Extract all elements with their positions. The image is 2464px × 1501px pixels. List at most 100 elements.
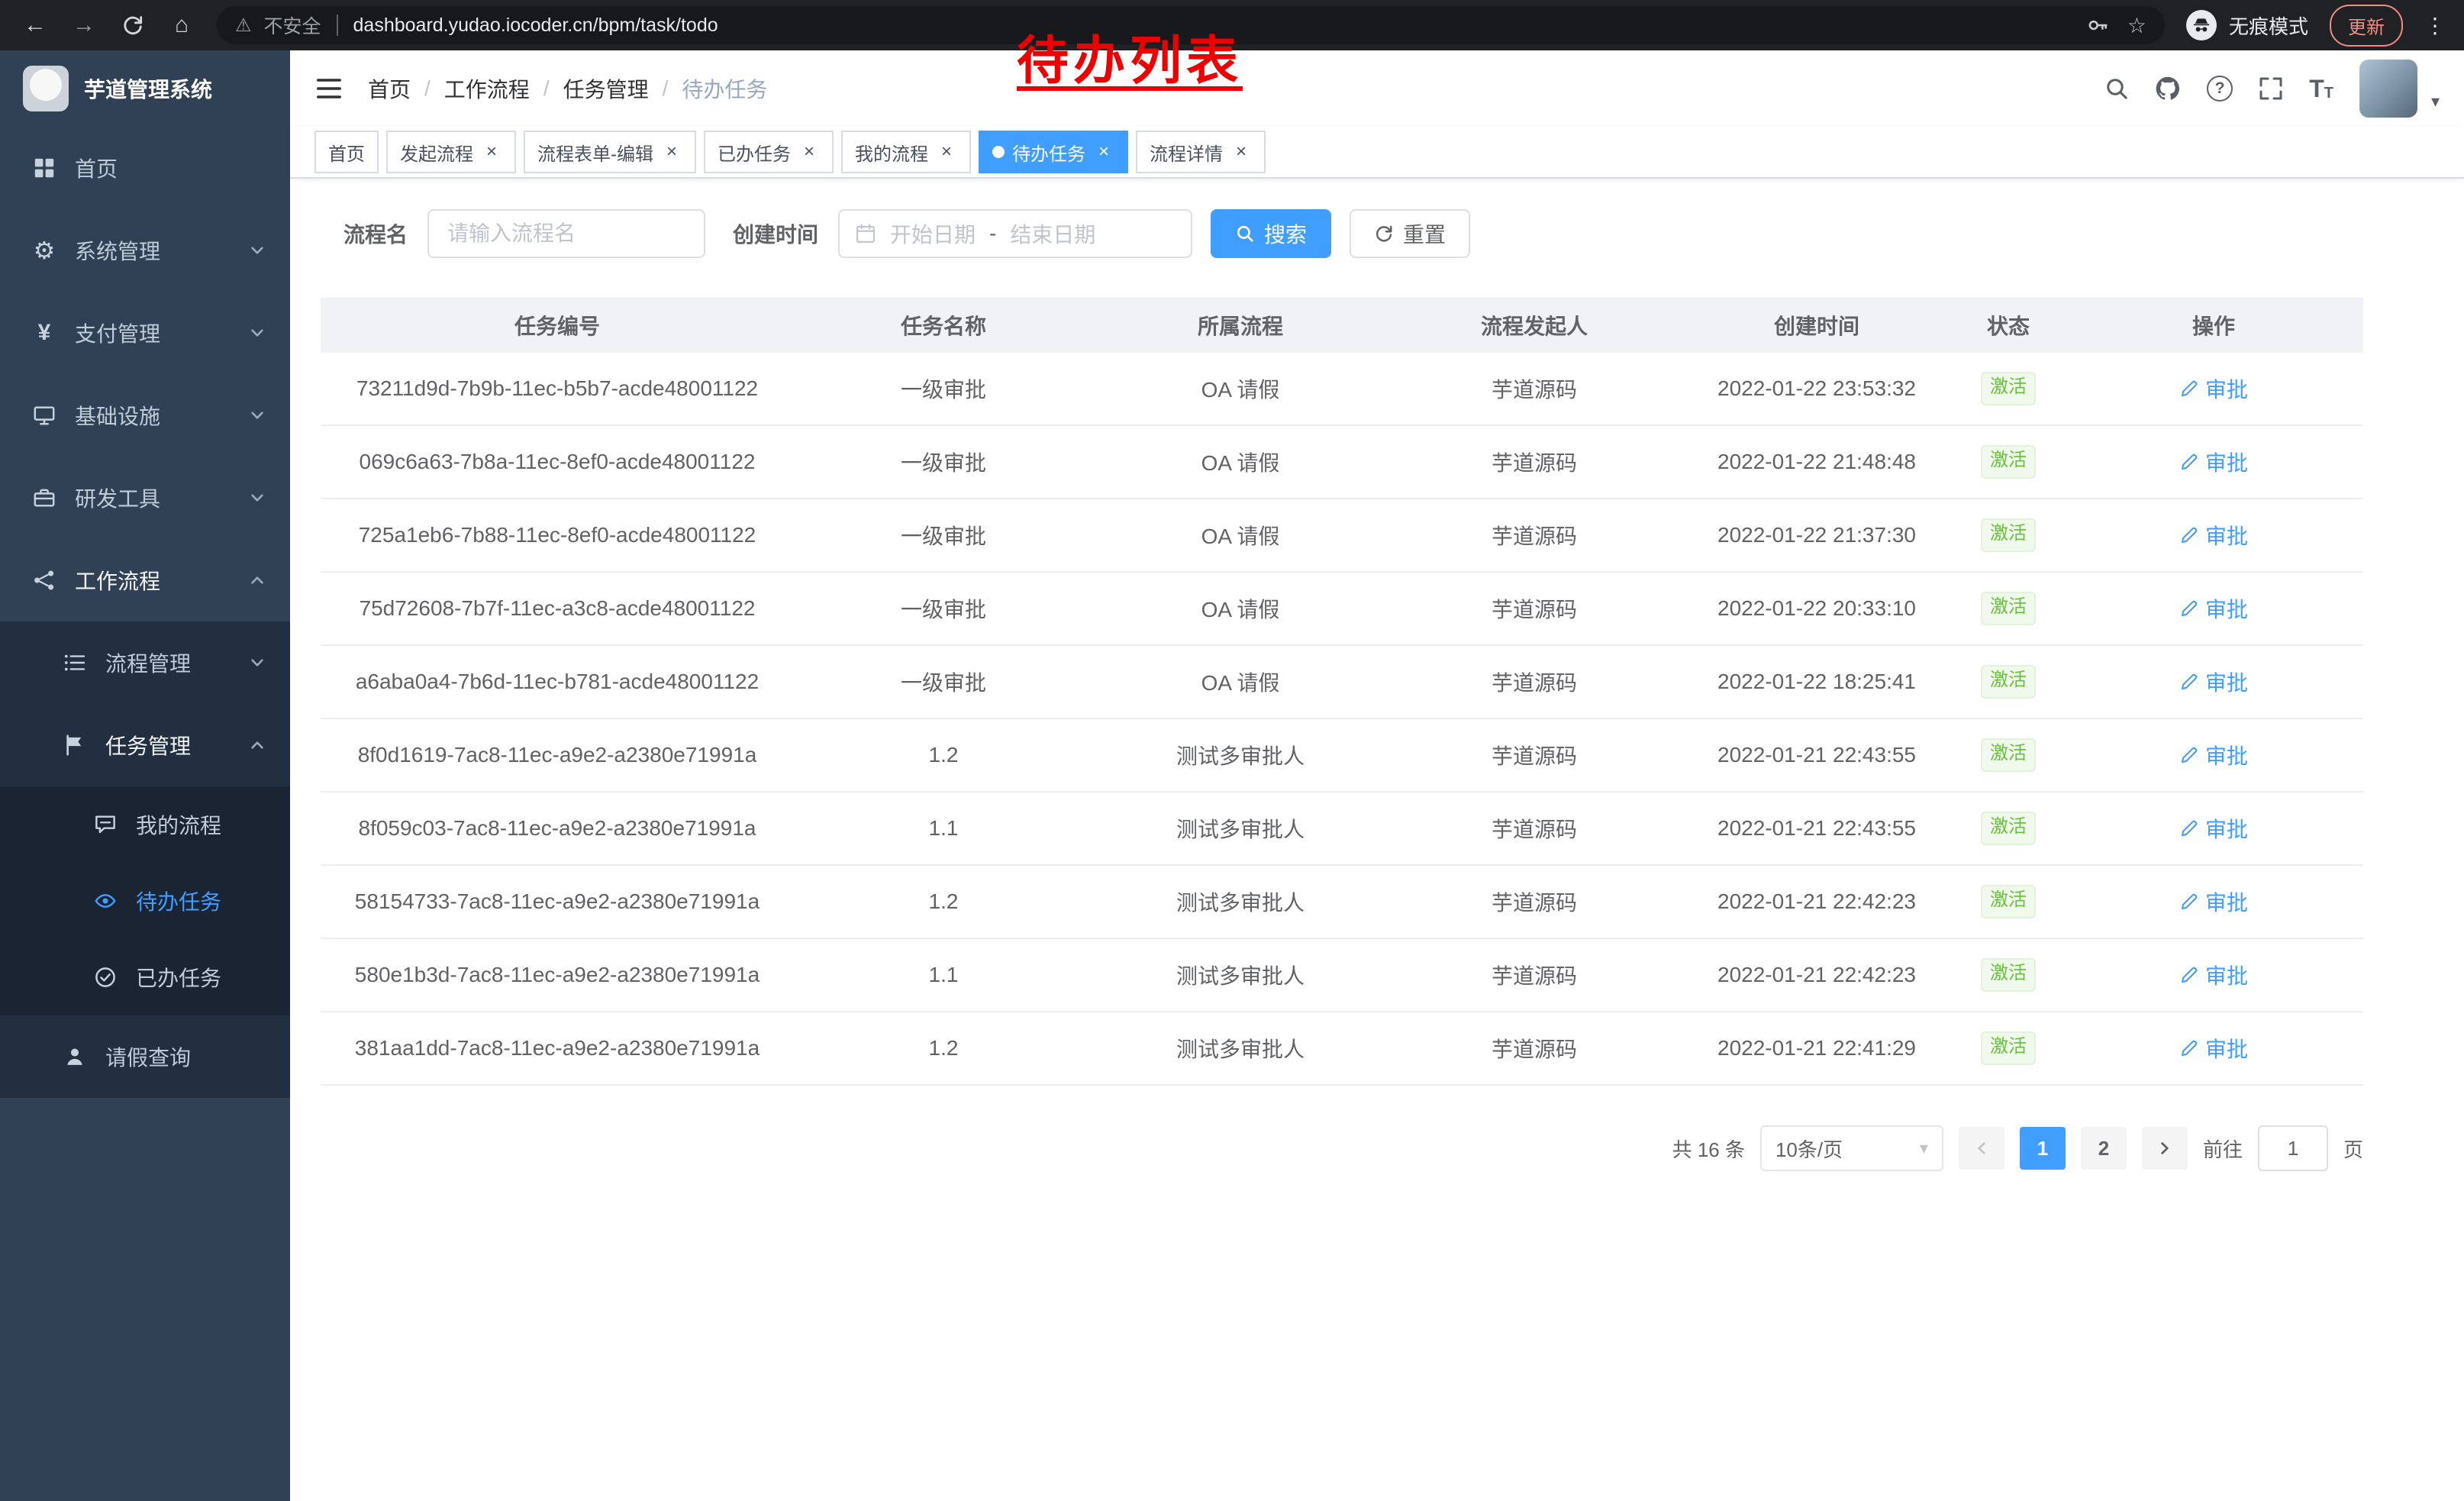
approve-link[interactable]: 审批 — [2179, 1033, 2248, 1064]
user-avatar[interactable] — [2359, 60, 2417, 118]
sidebar-item-done-tasks[interactable]: 已办任务 — [0, 939, 290, 1015]
active-dot — [992, 146, 1005, 158]
status-badge: 激活 — [1981, 592, 2036, 625]
status-badge: 激活 — [1981, 372, 2036, 405]
start-date-placeholder: 开始日期 — [890, 218, 976, 249]
eye-icon — [92, 889, 119, 912]
table-row: 725a1eb6-7b88-11ec-8ef0-acde48001122 一级审… — [321, 499, 2363, 572]
font-size-icon[interactable]: TT — [2309, 76, 2333, 101]
sidebar-item-task-mgmt[interactable]: 任务管理 — [0, 704, 290, 786]
close-icon[interactable]: × — [481, 141, 502, 163]
process-name-label: 流程名 — [343, 218, 408, 249]
process-name-input[interactable] — [427, 209, 705, 258]
status-badge: 激活 — [1981, 958, 2036, 992]
sidebar-item-leave-query[interactable]: 请假查询 — [0, 1015, 290, 1098]
tab-my-process[interactable]: 我的流程× — [841, 131, 971, 173]
search-button[interactable]: 搜索 — [1211, 209, 1331, 258]
approve-link[interactable]: 审批 — [2179, 886, 2248, 917]
date-range-picker[interactable]: 开始日期 - 结束日期 — [838, 209, 1192, 258]
browser-menu-icon[interactable]: ⋮ — [2424, 13, 2446, 38]
approve-link[interactable]: 审批 — [2179, 740, 2248, 770]
bookmark-star-icon[interactable]: ☆ — [2127, 13, 2146, 38]
gear-icon: ⚙ — [31, 236, 58, 265]
approve-link[interactable]: 审批 — [2179, 667, 2248, 697]
sidebar-item-home[interactable]: 首页 — [0, 127, 290, 209]
sidebar-item-my-process[interactable]: 我的流程 — [0, 786, 290, 863]
col-process: 所属流程 — [1093, 298, 1388, 353]
tab-form-edit[interactable]: 流程表单-编辑× — [524, 131, 696, 173]
sidebar-collapse-icon[interactable] — [314, 74, 343, 103]
search-icon[interactable] — [2104, 76, 2129, 101]
calendar-icon — [855, 223, 876, 244]
pagination-total: 共 16 条 — [1672, 1135, 1745, 1163]
approve-link[interactable]: 审批 — [2179, 520, 2248, 550]
help-icon[interactable]: ? — [2207, 76, 2233, 102]
tab-done-tasks[interactable]: 已办任务× — [704, 131, 834, 173]
sidebar-item-payment[interactable]: ¥ 支付管理 — [0, 292, 290, 374]
sidebar-item-system[interactable]: ⚙ 系统管理 — [0, 209, 290, 292]
approve-link[interactable]: 审批 — [2179, 813, 2248, 844]
todo-task-table: 任务编号 任务名称 所属流程 流程发起人 创建时间 状态 操作 — [321, 298, 2363, 1086]
tab-start-process[interactable]: 发起流程× — [386, 131, 516, 173]
page-button-2[interactable]: 2 — [2081, 1127, 2127, 1170]
app-logo[interactable]: 芋道管理系统 — [0, 50, 290, 127]
status-badge: 激活 — [1981, 738, 2036, 772]
chevron-down-icon — [249, 489, 266, 506]
monitor-icon — [31, 404, 58, 427]
range-separator: - — [989, 221, 996, 246]
close-icon[interactable]: × — [1230, 141, 1252, 163]
sidebar-item-workflow[interactable]: 工作流程 — [0, 539, 290, 621]
chevron-down-icon — [249, 242, 266, 259]
security-label: 不安全 — [264, 11, 321, 39]
browser-back-icon[interactable]: ← — [21, 11, 49, 39]
address-divider — [337, 15, 338, 36]
status-badge: 激活 — [1981, 445, 2036, 479]
next-page-button[interactable] — [2142, 1127, 2188, 1170]
url-text: dashboard.yudao.iocoder.cn/bpm/task/todo — [353, 15, 718, 37]
table-row: 580e1b3d-7ac8-11ec-a9e2-a2380e71991a 1.1… — [321, 938, 2363, 1012]
sidebar-item-process-mgmt[interactable]: 流程管理 — [0, 621, 290, 704]
table-row: 58154733-7ac8-11ec-a9e2-a2380e71991a 1.2… — [321, 865, 2363, 938]
page-size-select[interactable]: 10条/页 ▾ — [1760, 1125, 1943, 1171]
pagination: 共 16 条 10条/页 ▾ 1 2 前往 页 — [321, 1125, 2363, 1171]
browser-refresh-icon[interactable] — [119, 11, 147, 39]
close-icon[interactable]: × — [661, 141, 682, 163]
fullscreen-icon[interactable] — [2259, 76, 2283, 101]
breadcrumb-task-mgmt[interactable]: 任务管理 — [563, 73, 649, 104]
breadcrumb-home[interactable]: 首页 — [368, 73, 411, 104]
chevron-down-icon — [249, 407, 266, 424]
chevron-down-icon — [249, 324, 266, 341]
breadcrumb-workflow[interactable]: 工作流程 — [444, 73, 530, 104]
filter-bar: 流程名 创建时间 开始日期 - 结束日期 搜索 — [343, 209, 2363, 258]
incognito-badge[interactable]: 无痕模式 — [2186, 10, 2308, 40]
user-menu-caret-icon[interactable]: ▾ — [2431, 92, 2440, 118]
approve-link[interactable]: 审批 — [2179, 593, 2248, 624]
chevron-up-icon — [249, 572, 266, 589]
sidebar-item-devtools[interactable]: 研发工具 — [0, 457, 290, 539]
tab-process-detail[interactable]: 流程详情× — [1136, 131, 1266, 173]
reset-button[interactable]: 重置 — [1350, 209, 1470, 258]
status-badge: 激活 — [1981, 665, 2036, 699]
approve-link[interactable]: 审批 — [2179, 447, 2248, 477]
sidebar-item-infra[interactable]: 基础设施 — [0, 374, 290, 457]
close-icon[interactable]: × — [798, 141, 820, 163]
approve-link[interactable]: 审批 — [2179, 373, 2248, 404]
tab-todo-tasks[interactable]: 待办任务× — [979, 131, 1128, 173]
browser-home-icon[interactable]: ⌂ — [168, 11, 195, 39]
github-icon[interactable] — [2155, 76, 2181, 102]
update-button[interactable]: 更新 — [2330, 5, 2403, 47]
goto-page-input[interactable] — [2258, 1125, 2328, 1171]
browser-forward-icon[interactable]: → — [70, 11, 98, 39]
col-status: 状态 — [1953, 298, 2064, 353]
close-icon[interactable]: × — [1093, 141, 1114, 163]
page-button-1[interactable]: 1 — [2020, 1127, 2066, 1170]
sidebar-item-todo-tasks[interactable]: 待办任务 — [0, 863, 290, 939]
col-initiator: 流程发起人 — [1388, 298, 1681, 353]
table-row: 8f0d1619-7ac8-11ec-a9e2-a2380e71991a 1.2… — [321, 718, 2363, 792]
close-icon[interactable]: × — [936, 141, 957, 163]
password-key-icon[interactable] — [2086, 14, 2109, 37]
table-row: a6aba0a4-7b6d-11ec-b781-acde48001122 一级审… — [321, 645, 2363, 718]
tab-home[interactable]: 首页 — [314, 131, 379, 173]
approve-link[interactable]: 审批 — [2179, 960, 2248, 990]
prev-page-button[interactable] — [1959, 1127, 2004, 1170]
